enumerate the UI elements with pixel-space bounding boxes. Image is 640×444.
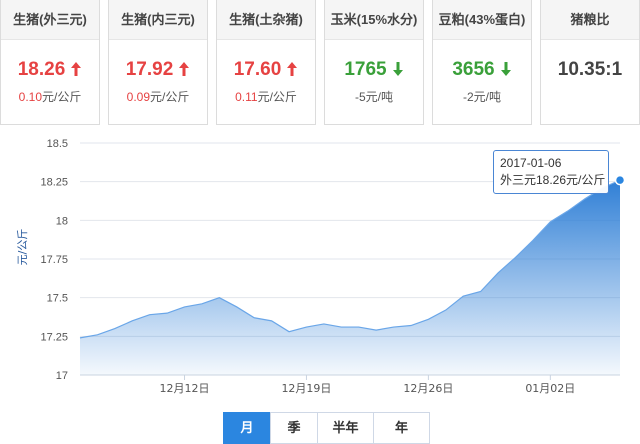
card-title: 玉米(15%水分)	[325, 0, 423, 40]
x-tick-label: 12月12日	[160, 382, 210, 395]
price-card-neisanyuan[interactable]: 生猪(内三元) 17.92 0.09元/公斤	[108, 0, 208, 125]
x-tick-label: 12月19日	[281, 382, 331, 395]
card-title: 生猪(外三元)	[1, 0, 99, 40]
tab-quarter[interactable]: 季	[270, 412, 318, 444]
x-tick-label: 01月02日	[525, 382, 575, 395]
card-change-text: 0.09元/公斤	[126, 90, 190, 104]
card-change: 0.10元/公斤	[1, 88, 99, 106]
card-title: 生猪(土杂猪)	[217, 0, 315, 40]
price-card-yumi[interactable]: 玉米(15%水分) 1765 -5元/吨	[324, 0, 424, 125]
price-card-tuzazhu[interactable]: 生猪(土杂猪) 17.60 0.11元/公斤	[216, 0, 316, 125]
card-change: 0.11元/公斤	[217, 88, 315, 106]
period-tabs: 月 季 半年 年	[223, 412, 430, 444]
y-tick-label: 18.5	[47, 138, 68, 150]
y-axis-label: 元/公斤	[16, 229, 29, 266]
arrow-down-icon	[500, 62, 511, 76]
card-title: 豆粕(43%蛋白)	[433, 0, 531, 40]
price-card-waisanyuan[interactable]: 生猪(外三元) 18.26 0.10元/公斤	[0, 0, 100, 125]
card-price: 3656	[433, 58, 531, 82]
arrow-up-icon	[71, 62, 82, 76]
card-price: 17.60	[217, 58, 315, 82]
card-price: 10.35:1	[557, 59, 623, 80]
arrow-up-icon	[287, 62, 298, 76]
arrow-down-icon	[392, 62, 403, 76]
price-card-doupo[interactable]: 豆粕(43%蛋白) 3656 -2元/吨	[432, 0, 532, 125]
card-price: 17.92	[109, 58, 207, 82]
card-title: 猪粮比	[541, 0, 639, 40]
y-tick-label: 17.25	[40, 331, 68, 343]
chart-tooltip: 2017-01-06 外三元18.26元/公斤	[493, 150, 609, 194]
data-point-highlight	[614, 174, 626, 186]
card-price: 1765	[325, 58, 423, 82]
tab-half-year[interactable]: 半年	[317, 412, 374, 444]
tab-month[interactable]: 月	[223, 412, 271, 444]
card-change-text: 0.10元/公斤	[18, 90, 82, 104]
card-title: 生猪(内三元)	[109, 0, 207, 40]
y-tick-label: 17.75	[40, 254, 68, 266]
tab-year[interactable]: 年	[373, 412, 430, 444]
arrow-up-icon	[179, 62, 190, 76]
y-tick-label: 18.25	[40, 177, 68, 189]
card-change: -2元/吨	[462, 90, 501, 104]
tooltip-date: 2017-01-06	[500, 156, 562, 170]
y-tick-label: 17	[56, 370, 68, 382]
card-price: 18.26	[1, 58, 99, 82]
series-area	[80, 180, 620, 375]
price-cards: 生猪(外三元) 18.26 0.10元/公斤 生猪(内三元) 17.92 0.0…	[0, 0, 640, 130]
card-change: 0.09元/公斤	[109, 88, 207, 106]
x-tick-label: 12月26日	[403, 382, 453, 395]
y-tick-label: 18	[56, 215, 68, 227]
card-change: -5元/吨	[354, 90, 393, 104]
y-tick-label: 17.5	[47, 293, 68, 305]
tooltip-value: 外三元18.26元/公斤	[500, 173, 606, 187]
price-card-zhuliangbi[interactable]: 猪粮比 10.35:1	[540, 0, 640, 125]
card-change-text: 0.11元/公斤	[235, 90, 297, 104]
